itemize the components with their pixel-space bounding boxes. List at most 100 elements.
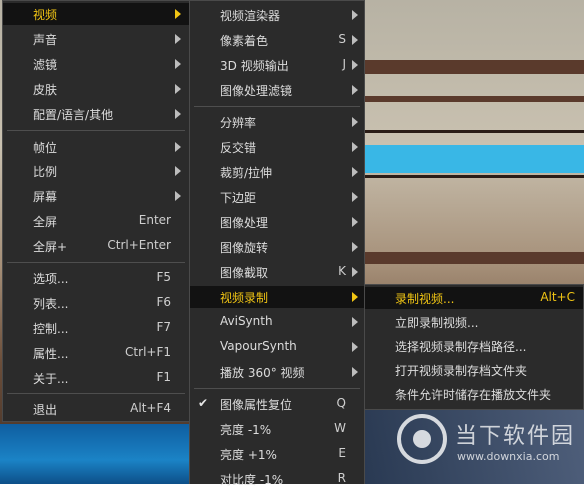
menu-item-fullscreen-plus[interactable]: 全屏+ Ctrl+Enter (3, 235, 189, 257)
menu-item-shortcut: E (338, 446, 346, 460)
menu-item-skins[interactable]: 皮肤 (3, 78, 189, 100)
video-submenu: 视频渲染器 像素着色 S 3D 视频输出 J 图像处理滤镜 分辨率 反交错 裁剪… (189, 0, 365, 487)
menu-item-record-now[interactable]: 立即录制视频... (365, 311, 583, 333)
submenu-arrow-icon (352, 292, 358, 302)
menu-item-choose-record-path[interactable]: 选择视频录制存档路径... (365, 335, 583, 357)
menu-item-360-video[interactable]: 播放 360° 视频 (190, 361, 364, 383)
menu-item-label: 关于... (33, 372, 69, 386)
menu-item-shortcut: S (338, 32, 346, 46)
submenu-arrow-icon (352, 117, 358, 127)
menu-item-label: 屏幕 (33, 190, 58, 204)
watermark-brand: 当下软件园 (455, 424, 576, 449)
menu-item-image-rotate[interactable]: 图像旋转 (190, 236, 364, 258)
submenu-arrow-icon (352, 192, 358, 202)
menu-item-label: 视频录制 (220, 291, 269, 305)
menu-item-crop-stretch[interactable]: 裁剪/拉伸 (190, 161, 364, 183)
menu-item-image-filters[interactable]: 图像处理滤镜 (190, 79, 364, 101)
submenu-arrow-icon (352, 60, 358, 70)
menu-item-shortcut: F5 (156, 270, 171, 284)
menu-item-label: 下边距 (220, 191, 257, 205)
menu-item-contrast-down[interactable]: 对比度 -1% R (190, 468, 364, 490)
menu-item-label: 皮肤 (33, 83, 58, 97)
submenu-arrow-icon (352, 142, 358, 152)
menu-item-ratio[interactable]: 比例 (3, 160, 189, 182)
menu-item-label: 图像处理滤镜 (220, 84, 293, 98)
menu-item-fullscreen[interactable]: 全屏 Enter (3, 210, 189, 232)
submenu-arrow-icon (175, 109, 181, 119)
menu-item-label: 选项... (33, 272, 69, 286)
menu-item-shortcut: Ctrl+Enter (107, 238, 171, 252)
menu-item-exit[interactable]: 退出 Alt+F4 (3, 398, 189, 420)
menu-item-label: 控制... (33, 322, 69, 336)
menu-item-label: 对比度 -1% (220, 473, 284, 487)
menu-item-screen[interactable]: 屏幕 (3, 185, 189, 207)
menu-separator (7, 262, 185, 263)
menu-item-open-record-folder[interactable]: 打开视频录制存档文件夹 (365, 359, 583, 381)
menu-item-image-capture[interactable]: 图像截取 K (190, 261, 364, 283)
menu-item-label: 属性... (33, 347, 69, 361)
menu-item-record-video[interactable]: 录制视频... Alt+C (365, 287, 583, 309)
menu-item-shortcut: Ctrl+F1 (125, 345, 171, 359)
menu-separator (194, 106, 360, 107)
menu-item-shortcut: Enter (138, 213, 171, 227)
menu-item-label: 选择视频录制存档路径... (395, 340, 527, 354)
submenu-arrow-icon (352, 367, 358, 377)
menu-item-resolution[interactable]: 分辨率 (190, 111, 364, 133)
menu-item-video[interactable]: 视频 (3, 3, 189, 25)
submenu-arrow-icon (175, 34, 181, 44)
menu-item-control[interactable]: 控制... F7 (3, 317, 189, 339)
menu-item-brightness-up[interactable]: 亮度 +1% E (190, 443, 364, 465)
menu-item-filters[interactable]: 滤镜 (3, 53, 189, 75)
menu-item-frame[interactable]: 帧位 (3, 136, 189, 158)
menu-item-label: 比例 (33, 165, 58, 179)
menu-item-options[interactable]: 选项... F5 (3, 267, 189, 289)
menu-item-audio[interactable]: 声音 (3, 28, 189, 50)
menu-item-label: 图像属性复位 (220, 398, 293, 412)
menu-separator (194, 388, 360, 389)
menu-item-about[interactable]: 关于... F1 (3, 367, 189, 389)
submenu-arrow-icon (352, 35, 358, 45)
menu-item-label: 滤镜 (33, 58, 58, 72)
menu-item-image-processing[interactable]: 图像处理 (190, 211, 364, 233)
menu-item-shortcut: Alt+F4 (130, 401, 171, 415)
menu-item-avisynth[interactable]: AviSynth (190, 311, 364, 333)
submenu-arrow-icon (352, 167, 358, 177)
menu-item-label: 声音 (33, 33, 58, 47)
submenu-arrow-icon (175, 59, 181, 69)
menu-item-reset-image[interactable]: ✔ 图像属性复位 Q (190, 393, 364, 415)
menu-item-playlist[interactable]: 列表... F6 (3, 292, 189, 314)
menu-item-video-record[interactable]: 视频录制 (190, 286, 364, 308)
menu-item-deinterlace[interactable]: 反交错 (190, 136, 364, 158)
menu-item-label: 视频渲染器 (220, 9, 281, 23)
submenu-arrow-icon (352, 217, 358, 227)
menu-item-3d-output[interactable]: 3D 视频输出 J (190, 54, 364, 76)
menu-item-shortcut: F7 (156, 320, 171, 334)
menu-item-brightness-down[interactable]: 亮度 -1% W (190, 418, 364, 440)
menu-item-label: 列表... (33, 297, 69, 311)
menu-item-label: 帧位 (33, 141, 58, 155)
submenu-arrow-icon (175, 142, 181, 152)
submenu-arrow-icon (352, 10, 358, 20)
submenu-arrow-icon (352, 85, 358, 95)
menu-item-shortcut: F6 (156, 295, 171, 309)
menu-item-config[interactable]: 配置/语言/其他 (3, 103, 189, 125)
menu-item-video-renderer[interactable]: 视频渲染器 (190, 4, 364, 26)
menu-item-label: AviSynth (220, 314, 273, 328)
submenu-arrow-icon (175, 9, 181, 19)
menu-item-label: 图像处理 (220, 216, 269, 230)
menu-item-shortcut: R (337, 471, 346, 485)
checkmark-icon: ✔ (198, 396, 209, 410)
watermark-logo-icon (397, 414, 447, 464)
menu-item-label: 全屏 (33, 215, 58, 229)
menu-item-label: 分辨率 (220, 116, 257, 130)
menu-item-label: 录制视频... (395, 292, 455, 306)
menu-item-properties[interactable]: 属性... Ctrl+F1 (3, 342, 189, 364)
menu-item-label: 3D 视频输出 (220, 59, 289, 73)
menu-item-vapoursynth[interactable]: VapourSynth (190, 336, 364, 358)
menu-item-pixel-shader[interactable]: 像素着色 S (190, 29, 364, 51)
submenu-arrow-icon (175, 191, 181, 201)
menu-item-save-in-play-folder[interactable]: 条件允许时储存在播放文件夹 (365, 383, 583, 405)
video-record-submenu: 录制视频... Alt+C 立即录制视频... 选择视频录制存档路径... 打开… (364, 284, 584, 410)
menu-item-label: 亮度 -1% (220, 423, 272, 437)
menu-item-bottom-margin[interactable]: 下边距 (190, 186, 364, 208)
